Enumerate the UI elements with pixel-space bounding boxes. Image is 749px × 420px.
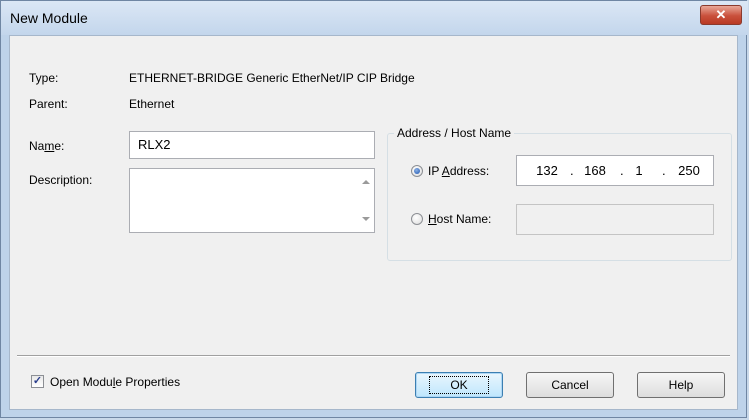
name-input-value: RLX2 (138, 137, 171, 152)
ok-button-label: OK (429, 376, 489, 394)
open-module-properties-label[interactable]: Open Module Properties (50, 375, 180, 389)
name-label: Name: (29, 139, 64, 153)
ip-octet-3: 1 (635, 163, 643, 178)
title-bar[interactable]: New Module ✕ (1, 1, 748, 35)
dialog-title: New Module (10, 10, 88, 26)
open-props-pre: Open Modu (50, 375, 113, 389)
description-scrollbar[interactable] (357, 169, 374, 232)
description-label: Description: (29, 173, 93, 187)
name-label-mnemonic: m (44, 139, 55, 153)
host-label-mnemonic: H (428, 212, 437, 226)
ip-address-input[interactable]: 132 . 168 . 1 . 250 (516, 155, 714, 186)
address-group-legend: Address / Host Name (394, 126, 515, 140)
close-icon: ✕ (715, 7, 727, 22)
address-host-group: Address / Host Name IP Address: 132 . 16… (387, 126, 732, 261)
cancel-button[interactable]: Cancel (526, 372, 614, 398)
help-button[interactable]: Help (637, 372, 725, 398)
parent-value: Ethernet (129, 97, 175, 111)
ip-octet-4: 250 (678, 163, 700, 178)
ip-dot: . (662, 163, 666, 178)
scroll-up-icon[interactable] (362, 180, 370, 184)
help-button-label: Help (668, 378, 694, 392)
type-label: Type: (29, 71, 59, 85)
name-label-post: e: (54, 139, 65, 153)
type-value: ETHERNET-BRIDGE Generic EtherNet/IP CIP … (129, 71, 415, 85)
host-name-input (516, 204, 714, 235)
parent-label: Parent: (29, 97, 68, 111)
new-module-dialog: New Module ✕ Type: ETHERNET-BRIDGE Gener… (0, 0, 748, 418)
description-textarea[interactable] (129, 168, 375, 233)
open-module-properties-checkbox[interactable]: ✓ (31, 375, 44, 388)
ip-address-radio[interactable] (411, 165, 423, 177)
ip-label-pre: IP (428, 164, 442, 178)
name-label-pre: Na (29, 139, 45, 153)
host-label-post: ost Name: (436, 212, 492, 226)
dialog-client-area: Type: ETHERNET-BRIDGE Generic EtherNet/I… (9, 35, 738, 410)
name-input[interactable]: RLX2 (129, 131, 375, 159)
ip-octet-1: 132 (536, 163, 558, 178)
scroll-down-icon[interactable] (362, 217, 370, 221)
footer-separator (17, 355, 730, 357)
host-name-label[interactable]: Host Name: (428, 212, 491, 226)
close-button[interactable]: ✕ (700, 5, 742, 25)
cancel-button-label: Cancel (551, 378, 589, 392)
ip-dot: . (620, 163, 624, 178)
host-name-radio[interactable] (411, 213, 423, 225)
ok-button[interactable]: OK (415, 372, 503, 398)
open-props-post: e Properties (115, 375, 181, 389)
ip-octet-2: 168 (584, 163, 606, 178)
ip-dot: . (570, 163, 574, 178)
ip-label-mnemonic: A (441, 164, 450, 178)
ip-label-post: ddress: (449, 164, 490, 178)
ip-address-label[interactable]: IP Address: (428, 164, 489, 178)
